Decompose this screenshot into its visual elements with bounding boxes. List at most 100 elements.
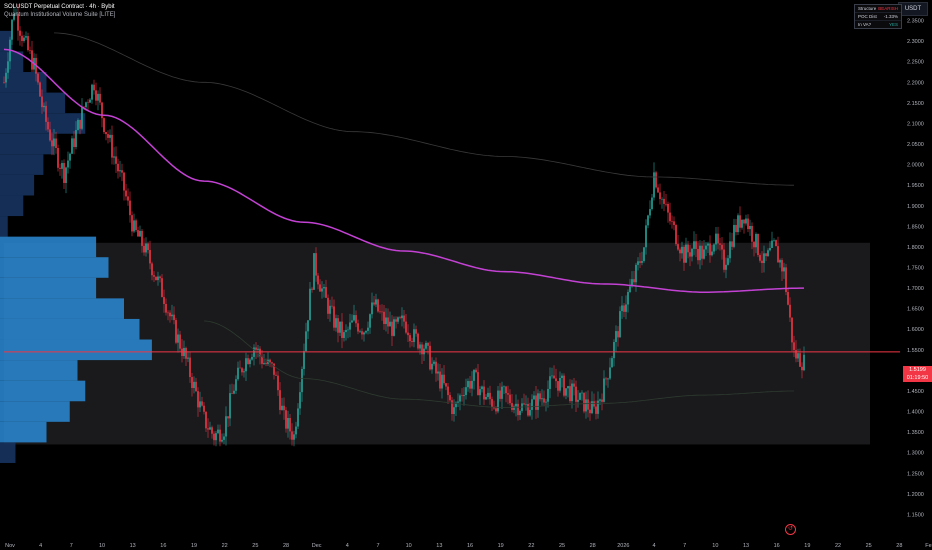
candle-body <box>775 240 777 247</box>
candle-body <box>531 399 533 410</box>
price-tick-label: 2.3500 <box>907 19 924 25</box>
candle-body <box>401 315 403 319</box>
candle-body <box>435 361 437 374</box>
candle-body <box>701 245 703 259</box>
profile-bar <box>0 421 47 443</box>
candle-body <box>47 121 49 130</box>
candle-body <box>245 358 247 372</box>
candle-body <box>481 386 483 390</box>
candle-body <box>479 389 481 396</box>
candle-body <box>397 317 399 322</box>
candle-body <box>677 244 679 250</box>
info-row-in-va: In VA? YES <box>855 21 901 28</box>
candle-body <box>249 359 251 365</box>
candle-body <box>497 390 499 412</box>
candle-body <box>683 246 685 263</box>
candle-body <box>287 418 289 429</box>
candle-body <box>705 245 707 250</box>
price-chart[interactable]: 2.3500 2.3000 2.2500 2.2000 2.1500 2.1000 2.05… <box>0 0 932 550</box>
candle-body <box>171 314 173 317</box>
candle-body <box>763 253 765 264</box>
candle-body <box>391 321 393 336</box>
currency-button[interactable]: USDT <box>898 2 928 16</box>
candle-body <box>247 358 249 365</box>
candle-body <box>485 396 487 400</box>
candle-body <box>291 431 293 440</box>
candle-body <box>139 230 141 237</box>
time-tick-label: 7 <box>683 543 686 549</box>
candle-body <box>207 428 209 430</box>
candle-body <box>215 433 217 441</box>
time-tick-label: 10 <box>406 543 412 549</box>
candle-body <box>469 381 471 389</box>
candle-body <box>723 249 725 270</box>
candle-body <box>459 395 461 402</box>
profile-bar <box>0 277 97 299</box>
candle-body <box>31 50 33 70</box>
candle-body <box>163 297 165 304</box>
candle-body <box>623 305 625 312</box>
candle-body <box>745 218 747 224</box>
candle-body <box>311 288 313 290</box>
candle-body <box>593 401 595 407</box>
candle-body <box>135 220 137 231</box>
candle-body <box>7 61 9 73</box>
candle-body <box>679 249 681 254</box>
candle-body <box>325 287 327 298</box>
candle-body <box>603 378 605 402</box>
candle-body <box>799 353 801 367</box>
candle-body <box>193 381 195 389</box>
candle-body <box>121 170 123 173</box>
candle-body <box>365 330 367 333</box>
price-tick-label: 1.2500 <box>907 471 924 477</box>
candle-body <box>741 219 743 228</box>
candle-body <box>329 305 331 314</box>
candle-body <box>545 401 547 403</box>
candle-body <box>377 299 379 312</box>
time-tick-label: 16 <box>774 543 780 549</box>
time-tick-label: 10 <box>712 543 718 549</box>
candle-body <box>575 386 577 402</box>
candle-body <box>607 378 609 380</box>
candle-body <box>639 261 641 263</box>
price-tick-label: 2.2500 <box>907 60 924 66</box>
candle-body <box>221 439 223 442</box>
info-value: BEARISH <box>878 6 898 11</box>
candle-body <box>103 118 105 133</box>
candle-body <box>797 353 799 359</box>
price-tick-label: 1.8000 <box>907 245 924 251</box>
price-tick-label: 1.3000 <box>907 451 924 457</box>
candle-body <box>271 362 273 364</box>
candle-body <box>613 342 615 359</box>
candle-body <box>337 318 339 333</box>
candle-body <box>567 386 569 389</box>
price-tick-label: 2.0500 <box>907 142 924 148</box>
time-tick-label: 28 <box>283 543 289 549</box>
candle-body <box>719 243 721 245</box>
candle-body <box>629 286 631 292</box>
time-tick-label: 22 <box>835 543 841 549</box>
profile-bar <box>0 113 86 134</box>
candle-body <box>553 375 555 379</box>
candle-body <box>161 278 163 298</box>
candle-body <box>781 260 783 272</box>
candle-body <box>605 378 607 380</box>
undo-icon[interactable]: ↺ <box>785 524 796 535</box>
candle-body <box>501 386 503 399</box>
candle-body <box>209 427 211 430</box>
candle-body <box>179 334 181 349</box>
candle-body <box>717 233 719 244</box>
candle-body <box>335 318 337 328</box>
candle-body <box>519 410 521 416</box>
profile-bar <box>0 401 70 422</box>
candle-body <box>715 233 717 245</box>
symbol-title[interactable]: SOLUSDT Perpetual Contract · 4h · Bybit <box>4 3 115 11</box>
candle-body <box>393 319 395 336</box>
candle-body <box>703 249 705 259</box>
candle-body <box>517 403 519 416</box>
candle-body <box>427 342 429 346</box>
time-tick-label: 4 <box>346 543 349 549</box>
candle-body <box>279 390 281 410</box>
candle-body <box>561 375 563 378</box>
indicator-title[interactable]: Quantum Institutional Volume Suite [LITE… <box>4 11 115 19</box>
